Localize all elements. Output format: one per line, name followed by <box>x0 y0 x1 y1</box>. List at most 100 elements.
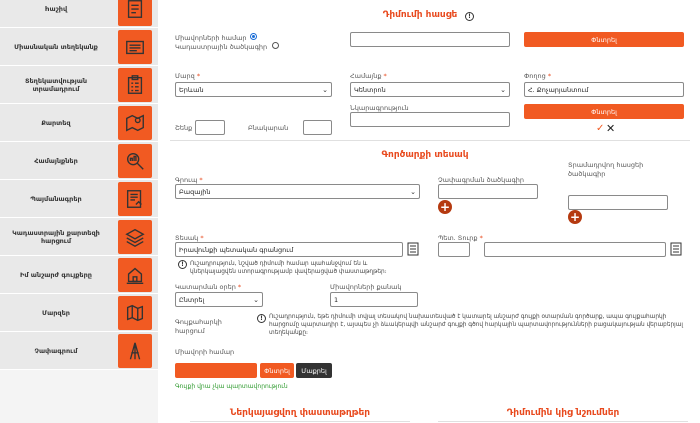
sidebar-item-contracts[interactable]: Պայմանագրեր <box>0 180 158 218</box>
community-label: Համայնք * <box>350 72 387 80</box>
sidebar-item-survey[interactable]: Չափագրում <box>0 332 158 370</box>
status-text: Գույքի վրա չկա պարտավորություն <box>175 383 288 390</box>
sidebar-item-label: Մարզեր <box>42 308 70 317</box>
divider <box>438 421 688 422</box>
sidebar-item-label: Միասնական տեղեկանք <box>14 42 98 51</box>
house-hand-icon <box>118 258 152 292</box>
add-cadastral-icon[interactable]: + <box>438 200 452 214</box>
survey-icon <box>118 334 152 368</box>
unit-clear-button[interactable]: Մաքրել <box>296 363 332 378</box>
radio-cadastral[interactable] <box>272 42 279 49</box>
sidebar-item-label: Պայմանագրեր <box>30 194 82 203</box>
address-search-button[interactable]: Փնտրել <box>524 32 684 47</box>
sidebar: hաշիվ Միասնական տեղեկանք Տեղեկատվության … <box>0 0 158 423</box>
map-layers-icon <box>118 220 152 254</box>
chevron-down-icon: ⌄ <box>500 85 506 94</box>
duration-select[interactable]: Ընտրել ⌄ <box>175 292 263 307</box>
state-fee-code-input[interactable] <box>438 242 470 257</box>
type-label-text: Տեսակ <box>175 234 199 242</box>
sidebar-item-label: Քարտեզ <box>41 118 71 127</box>
property-tax-label: Գույքահարկի հարցում <box>175 318 222 335</box>
list-icon[interactable] <box>407 242 419 256</box>
sidebar-item-map[interactable]: Քարտեզ <box>0 104 158 142</box>
required-mark: * <box>199 176 203 184</box>
required-mark: * <box>196 72 201 80</box>
provided-code-label: Տրամադրվող հասցեի ծածկագիր <box>568 161 644 178</box>
sidebar-item-cadastral-map[interactable]: Կադաստրային քարտեզի հարցում <box>0 218 158 256</box>
divider <box>190 421 410 422</box>
info-icon[interactable]: ! <box>465 12 474 21</box>
address-search-button-2[interactable]: Փնտրել <box>524 104 684 119</box>
close-icon[interactable]: ✕ <box>606 122 615 135</box>
community-select-value: Կենտրոն <box>354 85 386 94</box>
sidebar-item-label: Չափագրում <box>34 346 78 355</box>
sidebar-item-communities[interactable]: Համայնքներ <box>0 142 158 180</box>
state-fee-label-text: Պետ. Տուրք <box>438 234 478 242</box>
sidebar-item-unified-reference[interactable]: Միասնական տեղեկանք <box>0 28 158 66</box>
street-input[interactable] <box>524 82 684 97</box>
apartment-input[interactable] <box>303 120 332 135</box>
info-icon[interactable]: ! <box>178 260 187 269</box>
search-buildings-icon <box>118 144 152 178</box>
required-mark: * <box>547 72 552 80</box>
group-label-text: Գրուպ <box>175 176 198 184</box>
apartment-label: Բնակարան <box>248 124 289 132</box>
check-icon[interactable]: ✓ <box>596 123 604 134</box>
sidebar-item-regions[interactable]: Մարզեր <box>0 294 158 332</box>
sidebar-item-my-properties[interactable]: Իմ անշարժ գույքերը <box>0 256 158 294</box>
main-content: Դիմումի հասցե ! Միավորների համար Կադաստր… <box>170 0 695 423</box>
cadastral-code-input[interactable] <box>438 184 538 199</box>
sidebar-item-label: Կադաստրային քարտեզի հարցում <box>12 228 100 245</box>
type-input[interactable] <box>175 242 403 257</box>
map-icon <box>118 106 152 140</box>
sidebar-item-label: Իմ անշարժ գույքերը <box>20 270 92 279</box>
info-icon[interactable]: ! <box>257 314 266 323</box>
sidebar-item-account[interactable]: hաշիվ <box>0 0 158 28</box>
community-select[interactable]: Կենտրոն ⌄ <box>350 82 510 97</box>
required-mark: * <box>479 234 483 242</box>
notice-text: Ուշադրություն, նշված դիմումի համար պահան… <box>190 261 387 275</box>
group-select-value: Բազային <box>179 187 211 196</box>
type-label: Տեսակ * <box>175 234 204 242</box>
address-search-input[interactable] <box>350 32 510 47</box>
unit-number-label: Միավորի համար <box>175 348 235 356</box>
sidebar-item-label: Համայնքներ <box>34 156 78 165</box>
list-icon[interactable] <box>670 242 682 256</box>
group-select[interactable]: Բազային ⌄ <box>175 184 420 199</box>
units-count-label: Միավորների քանակ <box>330 283 402 291</box>
radio-cadastral-label: Կադաստրային ծածկագիր <box>175 43 268 51</box>
sidebar-item-information[interactable]: Տեղեկատվության տրամադրում <box>0 66 158 104</box>
sidebar-item-label: hաշիվ <box>44 4 68 13</box>
provided-code-input[interactable] <box>568 195 668 210</box>
documents-section-title: Ներկայացվող փաստաթղթեր <box>229 408 371 418</box>
document-icon <box>118 0 152 26</box>
add-provided-icon[interactable]: + <box>568 210 582 224</box>
duration-select-value: Ընտրել <box>179 295 205 304</box>
unit-search-button[interactable]: Փնտրել <box>260 363 294 378</box>
chevron-down-icon: ⌄ <box>410 187 416 196</box>
state-fee-input[interactable] <box>484 242 666 257</box>
units-count-input[interactable] <box>330 292 418 307</box>
radio-unit[interactable] <box>250 33 257 40</box>
community-label-text: Համայնք <box>350 72 382 80</box>
chevron-down-icon: ⌄ <box>253 295 259 304</box>
region-select-value: Երևան <box>179 85 204 94</box>
cadastral-code-label: Չափագրման ծածկագիր <box>438 176 525 184</box>
region-label-text: Մարզ <box>175 72 195 80</box>
chevron-down-icon: ⌄ <box>322 85 328 94</box>
transaction-section-title: Գործարքի տեսակ <box>381 150 469 160</box>
duration-label-text: Կատարման օրեր <box>175 283 236 291</box>
notes-section-title: Դիմումին կից նշումներ <box>506 408 620 418</box>
tax-notice-text: Ուշադրություն, եթե դիմումի տվյալ տեսակով… <box>269 314 683 336</box>
description-label: Նկարագրություն <box>350 104 409 112</box>
region-select[interactable]: Երևան ⌄ <box>175 82 332 97</box>
folder-icon <box>118 30 152 64</box>
state-fee-label: Պետ. Տուրք * <box>438 234 483 242</box>
sidebar-item-label: Տեղեկատվության տրամադրում <box>24 76 88 93</box>
building-input[interactable] <box>195 120 225 135</box>
building-label: Շենք <box>175 124 193 132</box>
divider <box>170 140 690 141</box>
section-title-text: Դիմումի հասցե <box>382 10 458 20</box>
unit-number-input[interactable] <box>175 363 257 378</box>
description-input[interactable] <box>350 112 510 127</box>
